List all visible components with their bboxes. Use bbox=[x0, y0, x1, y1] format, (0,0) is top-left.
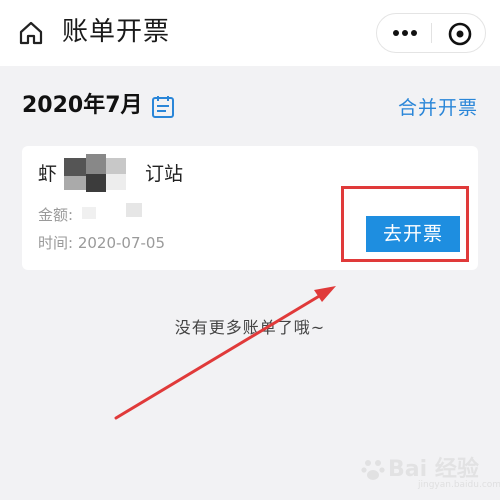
page-title: 账单开票 bbox=[62, 17, 171, 47]
baidu-jingyan-watermark: Bai 经验 jingyan.baidu.com bbox=[360, 450, 500, 490]
paw-icon bbox=[361, 460, 385, 480]
merchant-name-prefix: 虾 bbox=[38, 163, 58, 185]
more-dots-icon[interactable] bbox=[391, 26, 419, 40]
watermark-subtext: jingyan.baidu.com bbox=[418, 480, 500, 490]
time-label: 时间: bbox=[38, 234, 74, 252]
merchant-name-suffix: 订站 bbox=[145, 163, 184, 185]
month-label: 2020年7月 bbox=[22, 93, 143, 118]
time-value: 2020-07-05 bbox=[77, 234, 166, 252]
amount-mosaic bbox=[82, 203, 146, 221]
merchant-name-mosaic bbox=[64, 154, 144, 196]
merge-invoice-link[interactable]: 合并开票 bbox=[398, 94, 478, 122]
time-field: 时间: 2020-07-05 bbox=[38, 232, 165, 254]
top-navigation-bar: 账单开票 bbox=[0, 0, 500, 66]
capsule-divider bbox=[431, 23, 432, 43]
no-more-bills-text: 没有更多账单了哦~ bbox=[174, 318, 326, 337]
bill-card: 虾 订站 金额: 时间: 2020-07-05 去开票 bbox=[22, 146, 478, 270]
amount-label: 金额: bbox=[38, 206, 74, 224]
amount-field: 金额: bbox=[38, 204, 73, 226]
close-mini-program-icon[interactable] bbox=[446, 20, 474, 48]
mini-program-capsule bbox=[376, 13, 486, 53]
issue-invoice-button[interactable]: 去开票 bbox=[366, 216, 460, 252]
calendar-icon[interactable] bbox=[150, 94, 176, 120]
home-icon[interactable] bbox=[18, 20, 44, 46]
